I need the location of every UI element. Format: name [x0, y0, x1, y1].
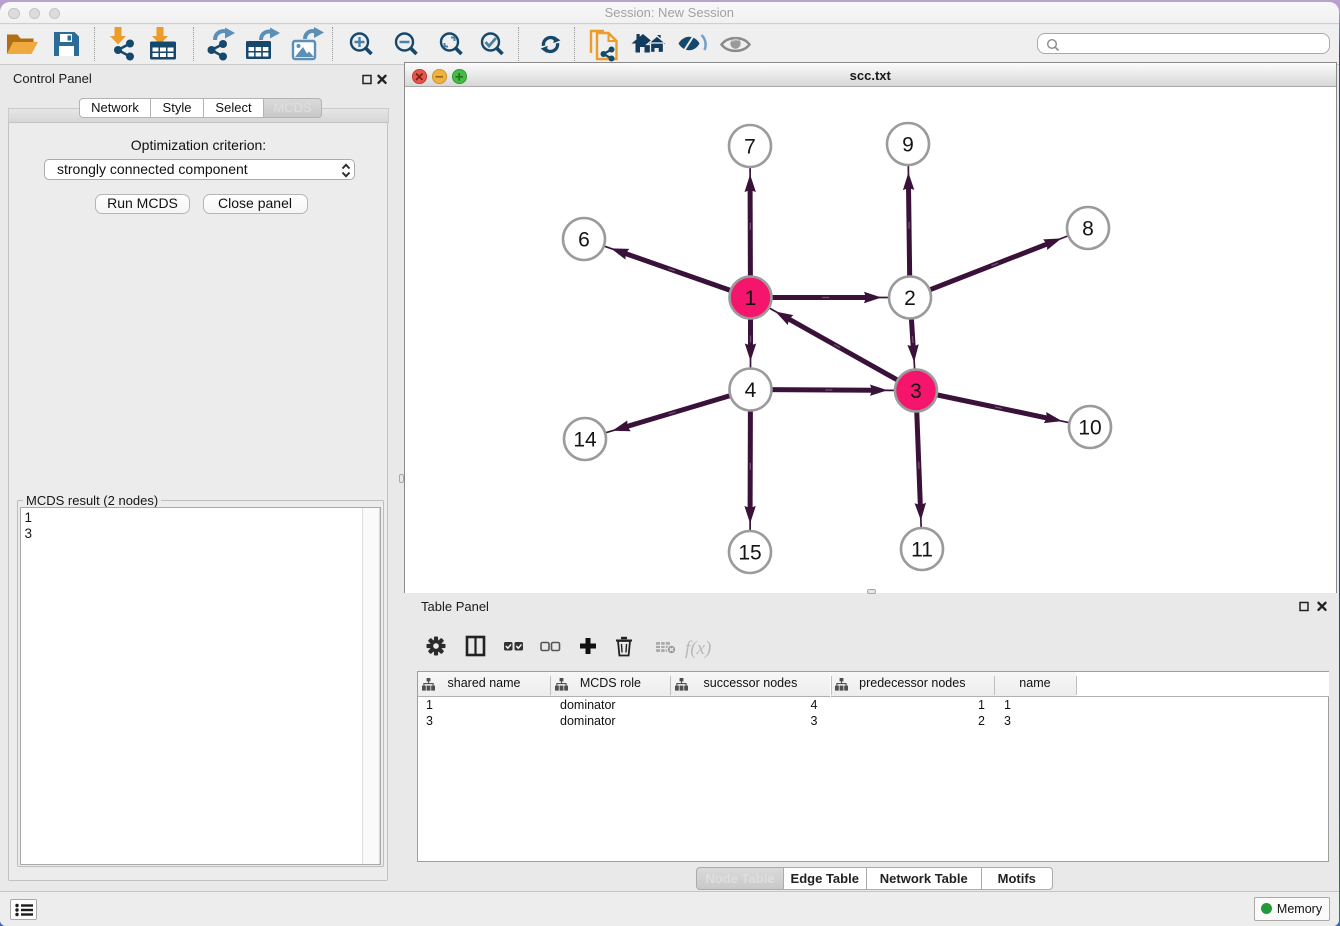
svg-text:15: 15: [738, 542, 761, 565]
svg-text:f(x): f(x): [685, 638, 711, 659]
svg-text:4: 4: [745, 379, 757, 402]
svg-text:2: 2: [904, 287, 916, 310]
svg-text:7: 7: [744, 136, 756, 159]
svg-text:9: 9: [902, 134, 914, 157]
svg-text:6: 6: [578, 229, 590, 252]
svg-text:8: 8: [1082, 218, 1094, 241]
svg-text:11: 11: [911, 539, 933, 562]
svg-text:1: 1: [745, 287, 757, 310]
svg-text:14: 14: [573, 429, 597, 452]
svg-text:10: 10: [1078, 417, 1101, 440]
svg-text:3: 3: [910, 380, 922, 403]
